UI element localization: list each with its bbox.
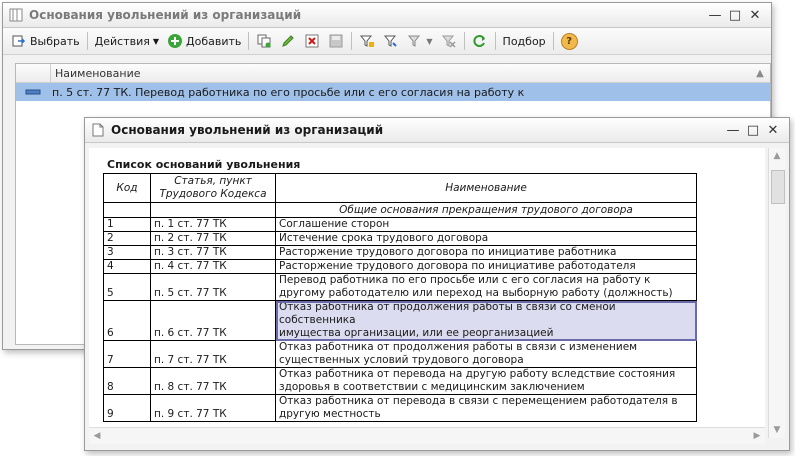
minimize-icon[interactable]: — (723, 121, 743, 139)
scroll-left-icon[interactable]: ◀ (89, 428, 105, 444)
close-icon[interactable]: ✕ (763, 121, 783, 139)
actions-menu-button[interactable]: Действия ▼ (91, 30, 163, 52)
save-button[interactable] (324, 30, 348, 52)
add-button[interactable]: Добавить (163, 30, 245, 52)
toolbar-separator (463, 32, 465, 50)
row-element-icon (16, 88, 50, 96)
copy-icon (256, 33, 272, 49)
table-row[interactable]: 8 п. 8 ст. 77 ТК Отказ работника от пере… (103, 367, 697, 395)
document-icon (91, 123, 105, 137)
selection-button[interactable]: Подбор (499, 30, 550, 52)
vertical-scrollbar[interactable]: ▲ ▼ (768, 148, 785, 438)
list-form-icon (9, 8, 23, 22)
front-window: Основания увольнений из организаций — □ … (84, 117, 790, 451)
section-row: Общие основания прекращения трудового до… (103, 202, 697, 218)
toolbar-separator (248, 32, 250, 50)
pencil-icon (280, 33, 296, 49)
table-row[interactable]: 1 п. 1 ст. 77 ТК Соглашение сторон (103, 217, 697, 232)
edit-button[interactable] (276, 30, 300, 52)
add-icon (167, 33, 183, 49)
front-window-title: Основания увольнений из организаций (111, 123, 384, 137)
scroll-thumb[interactable] (771, 170, 785, 204)
header-name: Наименование (275, 173, 697, 203)
filter-by-value-button[interactable] (379, 30, 403, 52)
list-item-name: п. 5 ст. 77 ТК. Перевод работника по его… (52, 85, 525, 99)
filter-button[interactable] (355, 30, 379, 52)
list-item[interactable]: п. 5 ст. 77 ТК. Перевод работника по его… (16, 83, 770, 101)
table-row[interactable]: 6 п. 6 ст. 77 ТК Отказ работника от прод… (103, 300, 697, 341)
maximize-icon[interactable]: □ (743, 121, 763, 139)
report-title: Список оснований увольнения (107, 158, 301, 171)
table-header-row: Код Статья, пункт Трудового Кодекса Наим… (103, 173, 697, 203)
list-header: Наименование ▲ (16, 64, 770, 83)
selected-cell[interactable]: Отказ работника от продолжения работы в … (275, 300, 697, 341)
select-button[interactable]: Выбрать (7, 30, 84, 52)
scroll-up-icon[interactable]: ▲ (769, 148, 785, 164)
reasons-table: Код Статья, пункт Трудового Кодекса Наим… (103, 173, 697, 422)
toolbar-separator (86, 32, 88, 50)
toolbar-separator (494, 32, 496, 50)
delete-button[interactable] (300, 30, 324, 52)
table-row[interactable]: 5 п. 5 ст. 77 ТК Перевод работника по ег… (103, 273, 697, 301)
back-window-toolbar: Выбрать Действия ▼ Добавить ▼ Подбор ? (3, 28, 771, 55)
close-icon[interactable]: ✕ (745, 6, 765, 24)
front-window-titlebar[interactable]: Основания увольнений из организаций — □ … (85, 118, 789, 143)
filter-history-icon (407, 33, 423, 49)
clear-filter-icon (441, 33, 457, 49)
clear-filter-button[interactable] (437, 30, 461, 52)
column-settings-icon[interactable]: ▲ (750, 68, 770, 79)
column-header-name[interactable]: Наименование (51, 67, 750, 80)
table-row[interactable]: 2 п. 2 ст. 77 ТК Истечение срока трудово… (103, 231, 697, 246)
help-button[interactable]: ? (557, 30, 582, 52)
scroll-right-icon[interactable]: ▶ (749, 428, 765, 444)
table-row[interactable]: 4 п. 4 ст. 77 ТК Расторжение трудового д… (103, 259, 697, 274)
copy-button[interactable] (252, 30, 276, 52)
toolbar-separator (552, 32, 554, 50)
scroll-down-icon[interactable]: ▼ (769, 422, 785, 438)
toolbar-separator (351, 32, 353, 50)
table-row[interactable]: 7 п. 7 ст. 77 ТК Отказ работника от прод… (103, 340, 697, 368)
table-row[interactable]: 9 п. 9 ст. 77 ТК Отказ работника от пере… (103, 394, 697, 422)
chevron-down-icon: ▼ (426, 36, 433, 46)
refresh-button[interactable] (468, 30, 492, 52)
horizontal-scrollbar[interactable]: ◀ ▶ (89, 427, 765, 444)
delete-icon (304, 33, 320, 49)
back-window-titlebar[interactable]: Основания увольнений из организаций — □ … (3, 3, 771, 28)
chevron-down-icon: ▼ (152, 36, 160, 46)
section-title: Общие основания прекращения трудового до… (275, 202, 697, 218)
disk-icon (328, 33, 344, 49)
help-icon: ? (560, 32, 578, 50)
report-document: Список оснований увольнения Код Статья, … (89, 148, 765, 438)
select-icon (11, 33, 27, 49)
filter-icon (359, 33, 375, 49)
back-window-title: Основания увольнений из организаций (29, 8, 302, 22)
filter-history-button[interactable]: ▼ (403, 30, 436, 52)
filter-value-icon (383, 33, 399, 49)
table-row[interactable]: 3 п. 3 ст. 77 ТК Расторжение трудового д… (103, 245, 697, 260)
refresh-icon (472, 33, 488, 49)
header-code: Код (103, 173, 151, 203)
minimize-icon[interactable]: — (705, 6, 725, 24)
header-article: Статья, пункт Трудового Кодекса (150, 173, 276, 203)
maximize-icon[interactable]: □ (725, 6, 745, 24)
